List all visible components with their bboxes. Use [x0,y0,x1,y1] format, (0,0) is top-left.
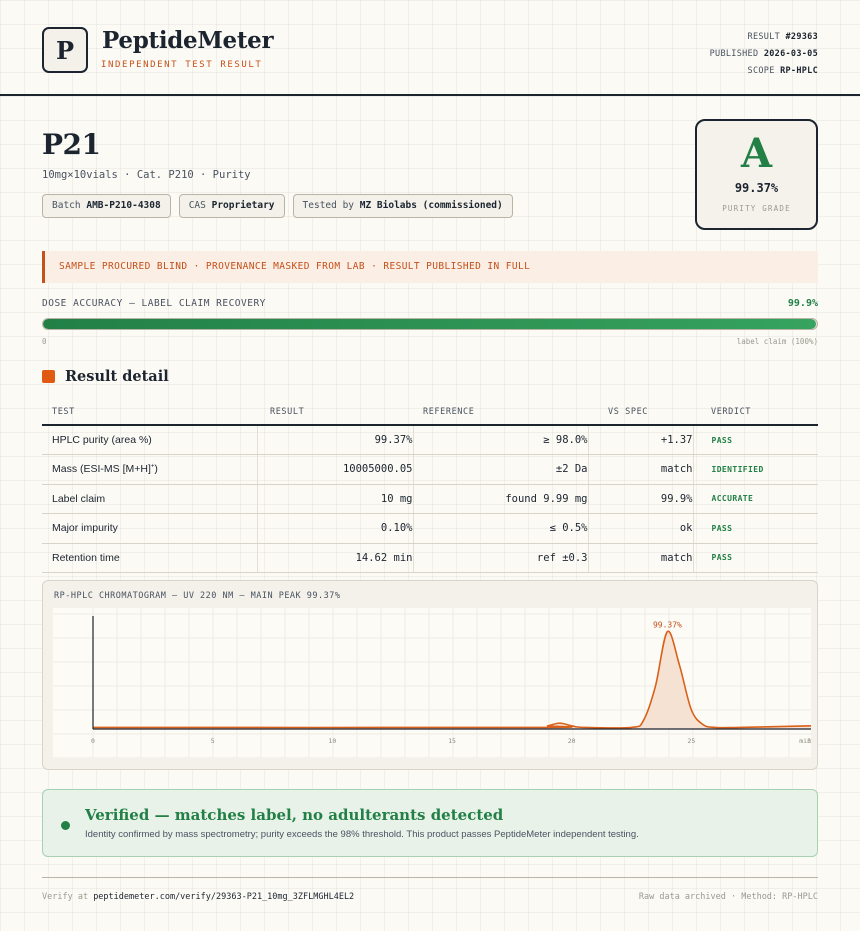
cell-test: Label claim [42,484,258,514]
table-header-row: TEST RESULT REFERENCE VS SPEC VERDICT [42,400,818,426]
x-tick-label: 0 [91,737,95,745]
x-tick-label: 15 [448,737,456,745]
cell-verdict: PASS [693,543,818,573]
cell-test: Retention time [42,543,258,573]
cell-result: 99.37% [257,425,414,455]
cell-reference: ≤ 0.5% [413,513,589,544]
dose-accuracy-bar [42,318,818,330]
dose-accuracy-fill [43,319,817,329]
chromatogram-plot-area: 051015202530min99.37% [53,608,815,759]
verified-title: Verified — matches label, no adulterants… [85,806,504,824]
verified-banner: Verified — matches label, no adulterants… [42,789,818,857]
cell-reference: found 9.99 mg [413,484,589,514]
footer-method: Raw data archived · Method: RP-HPLC [638,892,818,902]
x-axis-unit-label: min [799,737,811,745]
header-reference: REFERENCE [413,400,588,426]
dose-accuracy-value: 99.9% [787,298,818,309]
cell-vs-spec: +1.37 [588,425,694,455]
x-tick-label: 25 [687,737,695,745]
meta-scope: SCOPE RP-HPLC [747,66,818,76]
chromatogram-label: RP-HPLC CHROMATOGRAM — UV 220 NM — MAIN … [54,591,341,601]
header-test: TEST [42,400,257,426]
brand-name: PeptideMeter [102,27,274,54]
x-tick-label: 20 [568,737,576,745]
table-row: Label claim 10 mg found 9.99 mg 99.9% AC… [42,484,818,514]
verify-line: Verify at peptidemeter.com/verify/29363-… [42,892,355,902]
table-row: Mass (ESI-MS [M+H]+) 10005000.05 ±2 Da m… [42,454,818,485]
purity-grade-card: A 99.37% PURITY GRADE [695,119,818,230]
cell-verdict: PASS [693,513,818,544]
cell-verdict: PASS [693,425,818,455]
cell-reference: ≥ 98.0% [413,425,589,455]
peak-fill [93,631,811,729]
cell-result: 10005000.05 [257,454,414,485]
cell-result: 10 mg [257,484,414,514]
chromatogram-panel: RP-HPLC CHROMATOGRAM — UV 220 NM — MAIN … [42,580,818,770]
header-result: RESULT [257,400,413,426]
meta-published: PUBLISHED 2026-03-05 [709,49,818,59]
header-vs-spec: VS SPEC [588,400,693,426]
verified-dot-icon [61,821,70,830]
cas-chip: CAS Proprietary [178,194,285,218]
cell-verdict: IDENTIFIED [693,454,818,485]
cell-reference: ref ±0.3 [413,543,589,573]
header-verdict: VERDICT [693,400,818,426]
dose-max-label: label claim (100%) [736,337,818,346]
dose-min-label: 0 [42,337,47,346]
tested-by-chip: Tested by MZ Biolabs (commissioned) [292,194,513,218]
chromatogram-line [92,630,812,729]
cell-vs-spec: match [588,543,694,573]
result-detail-title: Result detail [65,368,169,385]
table-row: Major impurity 0.10% ≤ 0.5% ok PASS [42,513,818,544]
meta-result: RESULT #29363 [747,32,818,42]
table-row: HPLC purity (area %) 99.37% ≥ 98.0% +1.3… [42,425,818,455]
grade-value: 99.37% [734,181,779,195]
blind-sample-notice: SAMPLE PROCURED BLIND · PROVENANCE MASKE… [42,251,818,283]
peak-label: 99.37% [653,621,682,630]
verify-link[interactable]: peptidemeter.com/verify/29363-P21_10mg_3… [93,892,354,902]
cell-vs-spec: 99.9% [588,484,694,514]
x-tick-label: 10 [328,737,336,745]
cell-vs-spec: match [588,454,694,485]
grade-letter: A [740,130,773,177]
logo-icon: P [42,27,88,73]
batch-chip: Batch AMB-P210-4308 [42,194,171,218]
cell-vs-spec: ok [588,513,694,544]
report-footer: Verify at peptidemeter.com/verify/29363-… [42,877,818,902]
product-name: P21 [42,128,101,161]
cell-verdict: ACCURATE [693,484,818,514]
product-subtitle: 10mg×10vials · Cat. P210 · Purity [42,169,251,181]
verified-text: Identity confirmed by mass spectrometry;… [85,829,639,840]
brand-subtitle: INDEPENDENT TEST RESULT [101,60,263,70]
cell-test: HPLC purity (area %) [42,425,258,455]
cell-test: Mass (ESI-MS [M+H]+) [42,454,258,485]
cell-result: 14.62 min [257,543,414,573]
cell-reference: ±2 Da [413,454,589,485]
report-meta: RESULT #29363 PUBLISHED 2026-03-05 SCOPE… [710,29,818,80]
cell-test: Major impurity [42,513,258,544]
cell-result: 0.10% [257,513,414,544]
report-header: P PeptideMeter INDEPENDENT TEST RESULT R… [0,0,860,96]
x-tick-label: 5 [211,737,215,745]
chromatogram-chart: 051015202530min99.37% [53,608,815,759]
results-table: TEST RESULT REFERENCE VS SPEC VERDICT HP… [42,400,818,573]
section-marker-icon [42,370,55,383]
product-chips: Batch AMB-P210-4308 CAS Proprietary Test… [42,194,513,218]
dose-accuracy-label: DOSE ACCURACY — LABEL CLAIM RECOVERY [42,298,266,309]
grade-label: PURITY GRADE [722,204,791,213]
table-row: Retention time 14.62 min ref ±0.3 match … [42,543,818,573]
